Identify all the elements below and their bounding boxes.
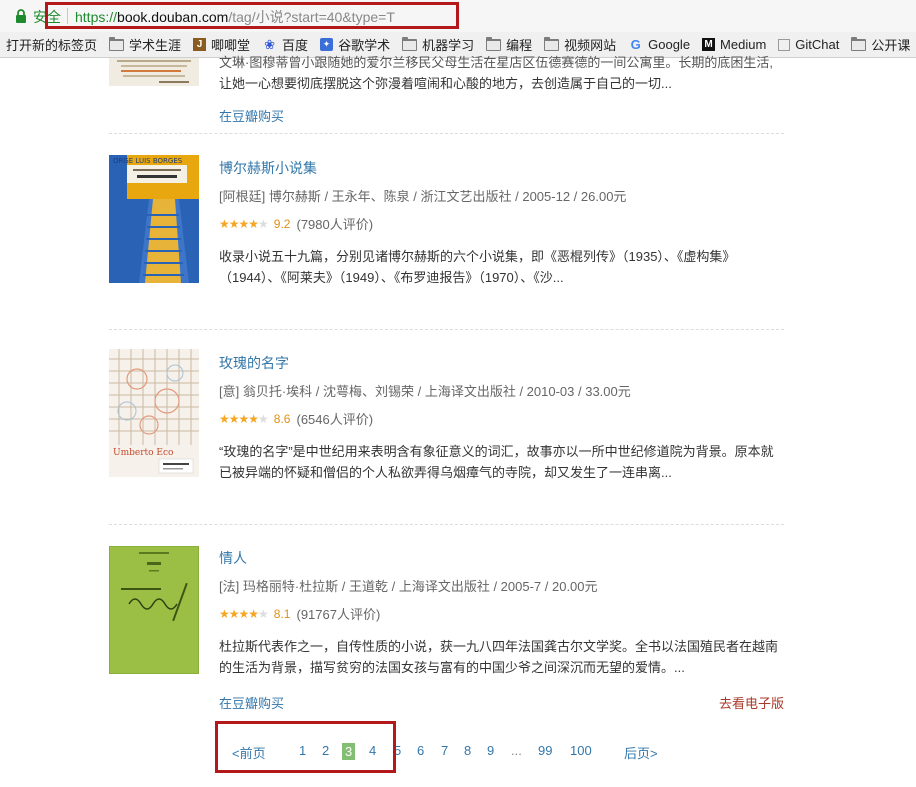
desc-line: 让她一心想要彻底摆脱这个弥漫着喧闹和心酸的地方，去创造属于自己的一切...	[219, 76, 672, 91]
book-cover-rose[interactable]: Umberto Eco	[109, 349, 199, 477]
cover-art: ORGE LUIS BORGES	[109, 155, 199, 283]
svg-text:Umberto Eco: Umberto Eco	[113, 448, 173, 458]
svg-text:ORGE LUIS BORGES: ORGE LUIS BORGES	[113, 157, 183, 165]
baidu-paw-icon: ❀	[264, 36, 275, 52]
list-divider	[109, 329, 784, 330]
book-desc-prev: 文琳·图穆蒂曾小跟随她的爱尔兰移民父母生活在星店区伍德赛德的一间公寓里。长期的底…	[219, 52, 779, 94]
pagination: <前页 1 2 3 4 5 6 7 8 9 ... 99 100 后页>	[0, 743, 916, 763]
book-meta: [法] 玛格丽特·杜拉斯 / 王道乾 / 上海译文出版社 / 2005-7 / …	[219, 579, 598, 594]
book-cover-borges[interactable]: ORGE LUIS BORGES	[109, 155, 199, 283]
rating-votes[interactable]: (91767人评价)	[296, 604, 380, 623]
bookmark-label: 公开课	[871, 38, 911, 53]
scholar-icon: ✦	[320, 38, 334, 51]
folder-icon	[486, 36, 502, 51]
next-page-link[interactable]: 后页>	[624, 743, 658, 762]
page-link-7[interactable]: 7	[441, 743, 448, 758]
rating-row: ★★★★★ 9.2 (7980人评价)	[219, 214, 373, 233]
bookmark-open-course[interactable]: 公开课	[851, 35, 910, 54]
page-link-99[interactable]: 99	[538, 743, 552, 758]
page-ellipsis: ...	[511, 743, 522, 758]
bookmark-label: Google	[648, 37, 691, 52]
book-cover-prev[interactable]	[109, 58, 199, 86]
rating-score: 9.2	[273, 216, 291, 231]
desc-line: 文琳·图穆蒂曾小跟随她的爱尔兰移民父母生活在星店区伍德赛德的一间公寓里。长期的底…	[219, 55, 773, 70]
bookmark-label: 学术生涯	[129, 38, 182, 53]
book-meta: [意] 翁贝托·埃科 / 沈萼梅、刘锡荣 / 上海译文出版社 / 2010-03…	[219, 384, 631, 399]
address-bar[interactable]: 安全 https://book.douban.com/tag/小说?start=…	[0, 0, 916, 33]
buy-link[interactable]: 在豆瓣购买	[219, 693, 284, 712]
desc-line: 杜拉斯代表作之一，自传性质的小说，获一九八四年法国龚古尔文学奖。全书以法国殖民者…	[219, 639, 779, 654]
bookmark-gitchat[interactable]: GitChat	[778, 37, 839, 52]
buy-link-prev[interactable]: 在豆瓣购买	[219, 106, 284, 125]
rating-row: ★★★★★ 8.6 (6546人评价)	[219, 409, 373, 428]
desc-line: （1944）、《阿莱夫》（1949）、《布罗迪报告》（1970）、《沙...	[219, 270, 564, 285]
jijitang-icon: J	[193, 38, 207, 51]
rating-votes[interactable]: (6546人评价)	[296, 409, 373, 428]
book-cover-lover[interactable]	[109, 546, 199, 674]
desc-line: 的生活为背景，描写贫穷的法国女孩与富有的中国少爷之间深沉而无望的爱情。...	[219, 660, 685, 675]
book-title[interactable]: 博尔赫斯小说集	[219, 158, 317, 178]
desc-line: “玫瑰的名字”是中世纪用来表明含有象征意义的词汇，故事亦以一所中世纪修道院为背景…	[219, 444, 774, 459]
book-desc: 杜拉斯代表作之一，自传性质的小说，获一九八四年法国龚古尔文学奖。全书以法国殖民者…	[219, 636, 779, 678]
rating-stars-icon: ★★★★★	[219, 411, 269, 426]
bookmark-label: Medium	[720, 37, 767, 52]
page-link-6[interactable]: 6	[417, 743, 424, 758]
rating-stars-icon: ★★★★★	[219, 216, 269, 231]
bookmark-medium[interactable]: M Medium	[702, 37, 766, 52]
book-meta: [阿根廷] 博尔赫斯 / 王永年、陈泉 / 浙江文艺出版社 / 2005-12 …	[219, 189, 627, 204]
folder-icon	[402, 36, 418, 51]
google-icon: G	[630, 36, 641, 52]
rating-row: ★★★★★ 8.1 (91767人评价)	[219, 604, 380, 623]
bookmark-google[interactable]: G Google	[628, 37, 690, 52]
book-desc: 收录小说五十九篇，分别见诸博尔赫斯的六个小说集，即《恶棍列传》（1935）、《虚…	[219, 246, 779, 288]
folder-icon	[851, 36, 867, 51]
bookmark-label: GitChat	[795, 37, 840, 52]
cover-art	[109, 58, 199, 86]
pagination-highlight-box	[215, 721, 396, 773]
url-highlight-box	[45, 2, 459, 29]
rating-score: 8.6	[273, 411, 291, 426]
folder-icon	[544, 36, 560, 51]
book-title[interactable]: 情人	[219, 548, 247, 568]
cover-art: Umberto Eco	[109, 349, 199, 477]
cover-art	[109, 546, 199, 674]
bookmark-academic[interactable]: 学术生涯	[109, 35, 181, 54]
bookmark-new-tab[interactable]: 打开新的标签页	[6, 35, 97, 54]
rating-score: 8.1	[273, 606, 291, 621]
medium-icon: M	[702, 38, 716, 51]
list-divider	[109, 524, 784, 525]
desc-line: 已被异端的怀疑和僧侣的个人私欲弄得乌烟瘴气的寺院，却又发生了一连串离...	[219, 465, 672, 480]
desc-line: 收录小说五十九篇，分别见诸博尔赫斯的六个小说集，即《恶棍列传》（1935）、《虚…	[219, 249, 736, 264]
ebook-link[interactable]: 去看电子版	[719, 693, 784, 712]
book-title[interactable]: 玫瑰的名字	[219, 353, 289, 373]
page-link-8[interactable]: 8	[464, 743, 471, 758]
book-desc: “玫瑰的名字”是中世纪用来表明含有象征意义的词汇，故事亦以一所中世纪修道院为背景…	[219, 441, 779, 483]
page-link-100[interactable]: 100	[570, 743, 592, 758]
list-divider	[109, 133, 784, 134]
page-link-9[interactable]: 9	[487, 743, 494, 758]
rating-votes[interactable]: (7980人评价)	[296, 214, 373, 233]
rating-stars-icon: ★★★★★	[219, 606, 269, 621]
bookmark-label: 打开新的标签页	[6, 38, 98, 53]
page-icon	[778, 38, 791, 51]
folder-icon	[109, 36, 125, 51]
lock-icon	[16, 9, 26, 23]
